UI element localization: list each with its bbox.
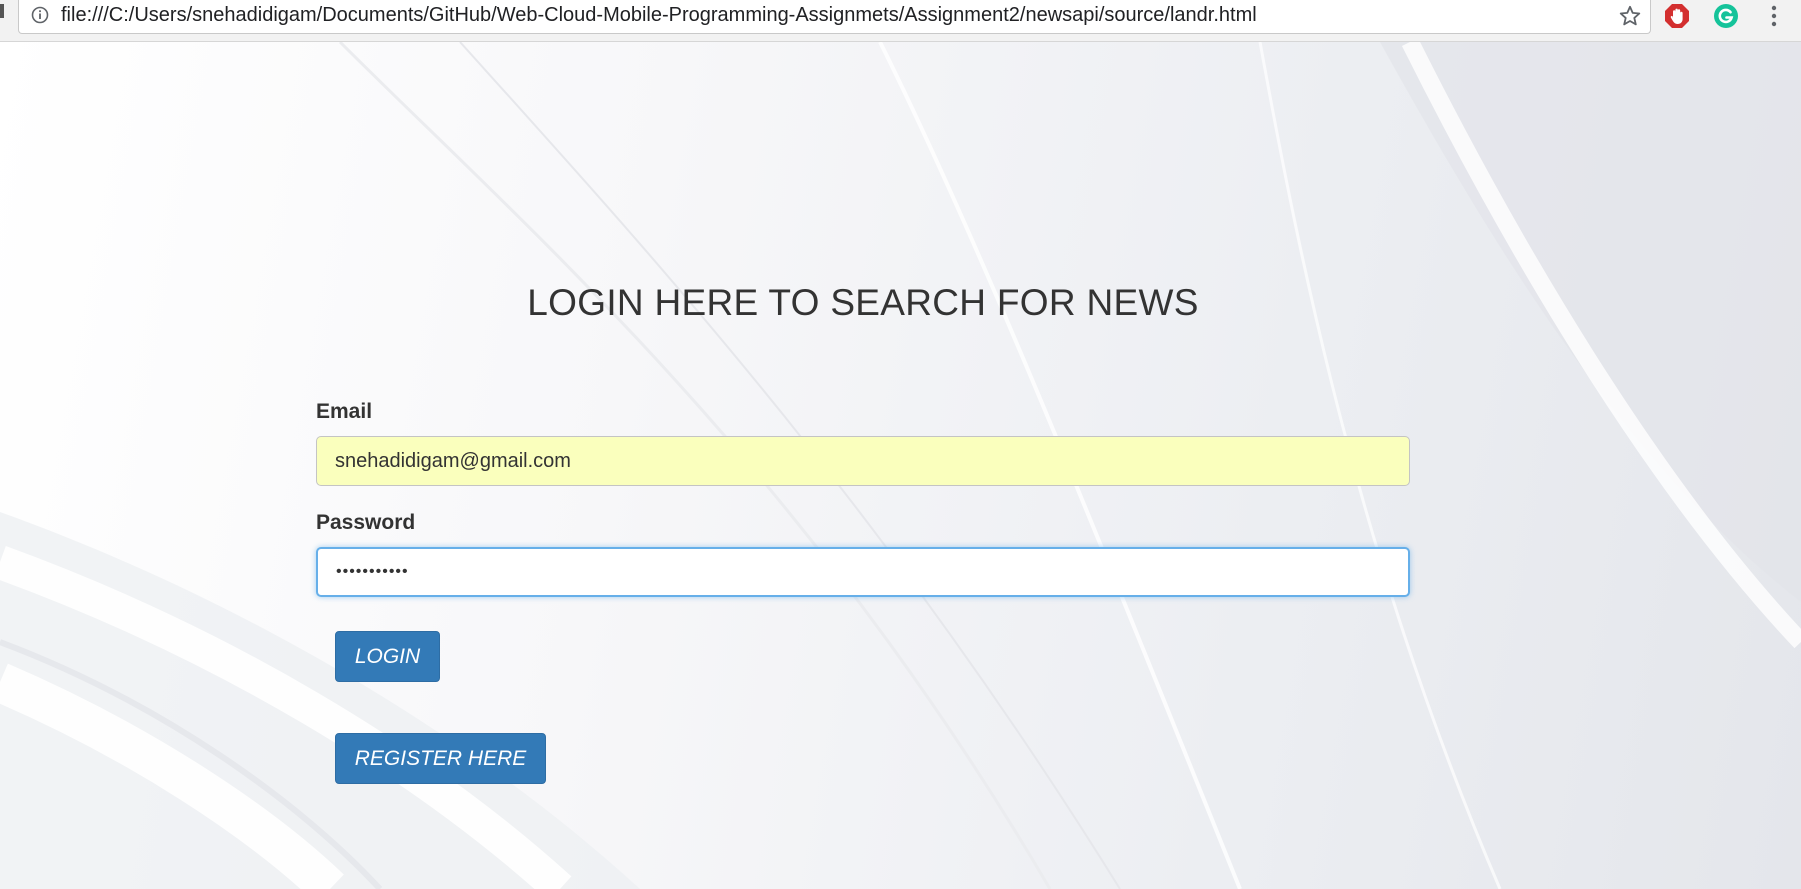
password-label: Password xyxy=(316,511,416,534)
login-button[interactable]: LOGIN xyxy=(335,631,440,682)
more-menu-icon[interactable] xyxy=(1764,3,1784,29)
page-title: LOGIN HERE TO SEARCH FOR NEWS xyxy=(527,282,1199,323)
grammarly-extension-icon[interactable] xyxy=(1713,3,1739,29)
tab-edge-marker xyxy=(0,4,4,18)
password-input[interactable] xyxy=(316,547,1410,597)
register-button[interactable]: REGISTER HERE xyxy=(335,733,546,784)
address-bar[interactable]: file:///C:/Users/snehadidigam/Documents/… xyxy=(18,0,1651,34)
info-icon[interactable] xyxy=(31,6,49,24)
browser-toolbar: file:///C:/Users/snehadidigam/Documents/… xyxy=(0,0,1801,42)
bookmark-star-icon[interactable] xyxy=(1618,4,1642,28)
url-text[interactable]: file:///C:/Users/snehadidigam/Documents/… xyxy=(61,4,1257,27)
email-input[interactable] xyxy=(316,436,1410,486)
adblock-extension-icon[interactable] xyxy=(1664,3,1690,29)
login-page: LOGIN HERE TO SEARCH FOR NEWS Email Pass… xyxy=(0,42,1801,889)
email-label: Email xyxy=(316,400,373,423)
